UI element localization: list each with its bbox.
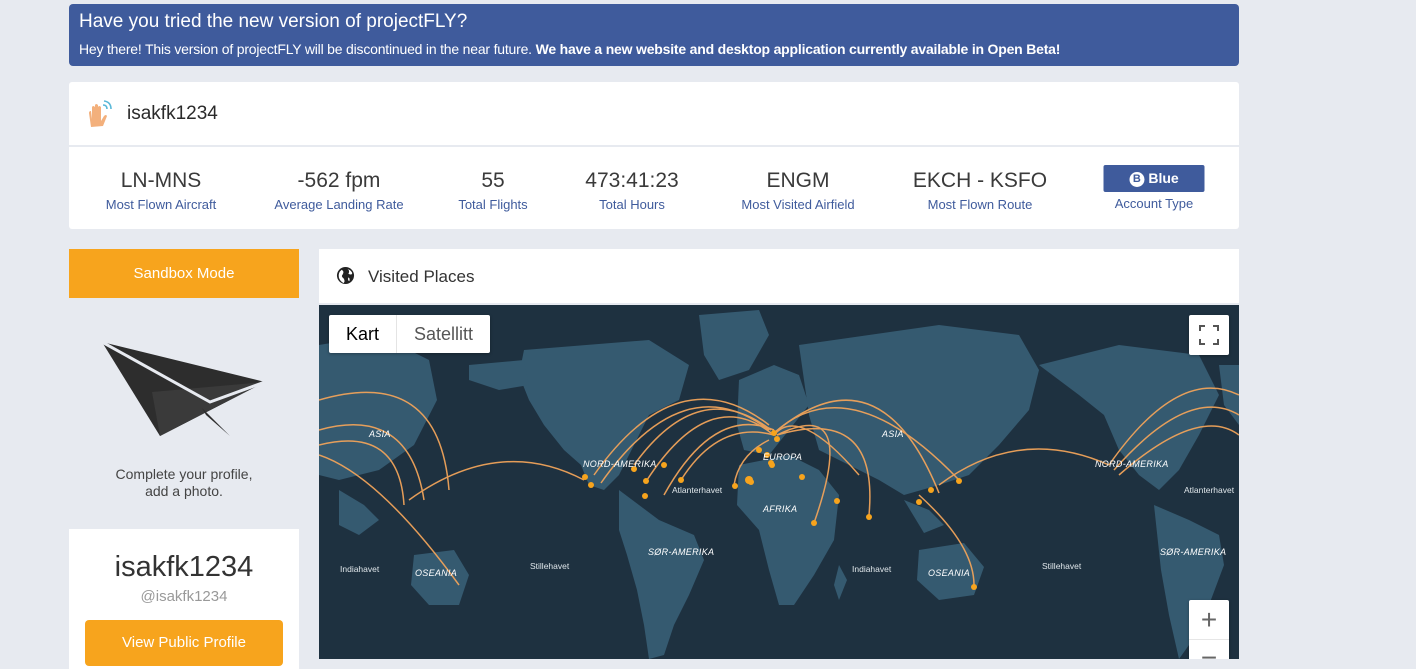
map-label-indian-ocean: Indiahavet (852, 564, 892, 574)
paper-plane-icon (102, 342, 266, 436)
stat-label: Most Visited Airfield (741, 197, 855, 212)
stat-label: Average Landing Rate (274, 197, 404, 212)
map-label-europe: EUROPA (763, 452, 803, 462)
stat-label: Total Flights (458, 197, 528, 212)
stat-average-landing-rate: -562 fpm Average Landing Rate (274, 169, 403, 212)
airport-dot (588, 482, 594, 488)
airport-dot (971, 584, 977, 590)
stat-most-visited-airfield: ENGM Most Visited Airfield (741, 169, 854, 212)
map-label-indian-ocean: Indiahavet (340, 564, 380, 574)
stat-total-hours: 473:41:23 Total Hours (585, 169, 678, 212)
sidebar-username: isakfk1234 (114, 551, 254, 583)
stat-label: Most Flown Route (927, 197, 1033, 212)
airport-dot (643, 478, 649, 484)
airport-dot (582, 474, 588, 480)
stat-label: Total Hours (599, 197, 665, 212)
zoom-control: + − (1189, 600, 1229, 659)
sandbox-mode-button[interactable]: Sandbox Mode (69, 249, 299, 298)
stat-most-flown-route: EKCH - KSFO Most Flown Route (913, 169, 1047, 212)
airport-dot (799, 474, 805, 480)
landmasses (319, 310, 1239, 659)
map-label-pacific: Stillehavet (530, 561, 570, 571)
profile-header: isakfk1234 (69, 82, 1239, 147)
complete-line2: add a photo. (145, 483, 223, 499)
airport-dot (748, 479, 754, 485)
beta-banner: Have you tried the new version of projec… (69, 4, 1239, 66)
stat-label: Account Type (1114, 196, 1194, 211)
airport-dot (678, 477, 684, 483)
map-label-south-america: SØR-AMERIKA (648, 547, 715, 557)
map-label-asia: ASIA (882, 429, 904, 439)
airport-dot (771, 430, 777, 436)
banner-title: Have you tried the new version of projec… (79, 11, 468, 32)
waving-hand-icon (89, 100, 112, 127)
map-label-atlantic: Atlanterhavet (1184, 485, 1235, 495)
banner-message: Hey there! This version of projectFLY wi… (79, 41, 532, 57)
stat-value: 55 (481, 169, 505, 192)
stat-account-type: B Blue Account Type (1103, 165, 1205, 211)
airport-dot (756, 447, 762, 453)
badge-text: Blue (1148, 170, 1179, 186)
view-public-profile-button[interactable]: View Public Profile (85, 620, 283, 666)
airport-dot (956, 478, 962, 484)
map-label-south-america: SØR-AMERIKA (1160, 547, 1227, 557)
complete-profile-text: Complete your profile, add a photo. (69, 466, 299, 500)
airport-dot (732, 483, 738, 489)
airport-dot (811, 520, 817, 526)
map-label-north-america: NORD-AMERIKA (1095, 459, 1169, 469)
globe-icon (336, 266, 355, 285)
stat-most-flown-aircraft: LN-MNS Most Flown Aircraft (106, 169, 217, 212)
map-type-satellite-button[interactable]: Satellitt (397, 315, 490, 353)
airport-dot (661, 462, 667, 468)
stat-label: Most Flown Aircraft (105, 197, 217, 212)
banner-bold-message: We have a new website and desktop applic… (535, 41, 1061, 57)
stat-total-flights: 55 Total Flights (458, 169, 527, 212)
airport-dot (916, 499, 922, 505)
complete-line1: Complete your profile, (115, 466, 253, 482)
visited-places-title: Visited Places (368, 267, 475, 286)
stat-value: -562 fpm (297, 169, 381, 192)
airport-dot (774, 436, 780, 442)
fullscreen-icon (1199, 325, 1219, 345)
sidebar-handle: @isakfk1234 (140, 588, 228, 605)
profile-photo-placeholder[interactable]: Complete your profile, add a photo. (69, 298, 299, 529)
visited-places-map[interactable]: ASIA NORD-AMERIKA EUROPA Atlanterhavet A… (319, 305, 1239, 659)
profile-card: isakfk1234 LN-MNS Most Flown Aircraft -5… (69, 82, 1239, 229)
map-label-north-america: NORD-AMERIKA (583, 459, 657, 469)
map-type-map-button[interactable]: Kart (329, 315, 398, 353)
stat-value: LN-MNS (120, 169, 202, 192)
map-type-control: Kart Satellitt (329, 315, 491, 353)
map-label-africa: AFRIKA (763, 504, 798, 514)
zoom-in-button[interactable]: + (1189, 600, 1229, 640)
map-label-oceania: OSEANIA (415, 568, 458, 578)
badge-letter: B (1129, 172, 1145, 187)
map-label-pacific: Stillehavet (1042, 561, 1082, 571)
fullscreen-button[interactable] (1189, 315, 1229, 355)
stat-value: EKCH - KSFO (912, 169, 1048, 192)
map-label-asia: ASIA (369, 429, 391, 439)
account-badge: B Blue (1103, 165, 1205, 192)
airport-dot (866, 514, 872, 520)
profile-username: isakfk1234 (127, 103, 218, 124)
zoom-out-button[interactable]: − (1189, 640, 1229, 659)
airport-dot (769, 462, 775, 468)
visited-places-header: Visited Places (319, 249, 1239, 305)
user-card: isakfk1234 @isakfk1234 View Public Profi… (69, 529, 299, 669)
airport-dot (642, 493, 648, 499)
airport-dot (928, 487, 934, 493)
airport-dot (834, 498, 840, 504)
map-label-oceania: OSEANIA (928, 568, 971, 578)
stats-row: LN-MNS Most Flown Aircraft -562 fpm Aver… (69, 147, 1239, 229)
stat-value: ENGM (766, 169, 830, 192)
map-canvas[interactable] (319, 305, 1239, 659)
map-label-atlantic: Atlanterhavet (672, 485, 723, 495)
stat-value: 473:41:23 (585, 169, 679, 192)
banner-text: Hey there! This version of projectFLY wi… (79, 41, 1229, 57)
